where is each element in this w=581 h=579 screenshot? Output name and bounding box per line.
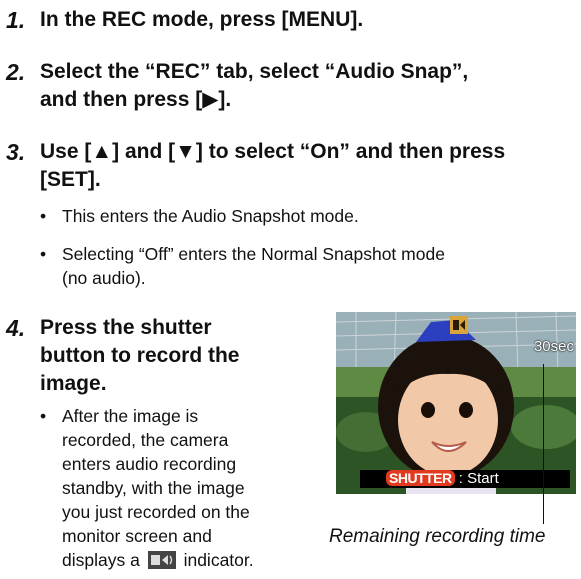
- audio-snapshot-icon: [450, 316, 468, 334]
- step-3: 3. Use [▲] and [▼] to select “On” and th…: [6, 138, 505, 194]
- bullet-item: • Selecting “Off” enters the Normal Snap…: [40, 242, 445, 290]
- bullet-text-line-5: you just recorded on the: [62, 502, 250, 522]
- step-text-line-2: [SET].: [40, 168, 101, 191]
- bullet-text-pre-icon: displays a: [62, 550, 140, 570]
- bullet-dot: •: [40, 206, 47, 226]
- bullet-text-post-icon: indicator.: [183, 550, 254, 570]
- bullet-text-line-2: recorded, the camera: [62, 430, 229, 450]
- bullet-text-line-2: (no audio).: [62, 268, 146, 288]
- step-number: 4.: [6, 315, 26, 341]
- callout-leader-line: [543, 364, 544, 524]
- remaining-time-caption: Remaining recording time: [329, 526, 546, 547]
- camera-monitor-screen: 30sec SHUTTER : Start: [336, 312, 576, 494]
- bullet-text-line-3: enters audio recording: [62, 454, 237, 474]
- bullet-text: This enters the Audio Snapshot mode.: [62, 206, 359, 226]
- audio-snapshot-indicator-icon: [147, 551, 176, 569]
- step-text-line-1: Press the shutter: [40, 316, 212, 339]
- step-number: 1.: [6, 7, 26, 33]
- step-text-line-2: and then press [▶].: [40, 88, 232, 111]
- step-text-line-2: button to record the: [40, 344, 240, 367]
- bullet-text-line-1: Selecting “Off” enters the Normal Snapsh…: [62, 244, 445, 264]
- step-text: In the REC mode, press [MENU].: [40, 8, 364, 31]
- bullet-text-line-4: standby, with the image: [62, 478, 245, 498]
- bullet-item: • After the image is recorded, the camer…: [40, 404, 254, 572]
- step-text-line-1: Use [▲] and [▼] to select “On” and then …: [40, 140, 506, 163]
- bullet-text-line-7: displays a indicator.: [40, 548, 254, 572]
- bullet-text-line-6: monitor screen and: [62, 526, 212, 546]
- remaining-time-readout: 30sec: [533, 338, 574, 355]
- step-number: 2.: [6, 59, 26, 85]
- step-text-line-3: image.: [40, 372, 107, 395]
- bullet-item: • This enters the Audio Snapshot mode.: [40, 204, 359, 228]
- step-2: 2. Select the “REC” tab, select “Audio S…: [6, 58, 468, 114]
- step-text-line-1: Select the “REC” tab, select “Audio Snap…: [40, 60, 469, 83]
- shutter-key-label: SHUTTER: [386, 470, 455, 486]
- bullet-text-line-1: After the image is: [62, 406, 199, 426]
- bullet-dot: •: [40, 406, 47, 426]
- shutter-action-text: : Start: [454, 470, 499, 487]
- shutter-start-bar: SHUTTER : Start: [360, 470, 570, 488]
- step-number: 3.: [6, 139, 26, 165]
- step-1: 1. In the REC mode, press [MENU].: [6, 6, 363, 34]
- bullet-dot: •: [40, 244, 47, 264]
- step-4: 4. Press the shutter button to record th…: [6, 314, 239, 398]
